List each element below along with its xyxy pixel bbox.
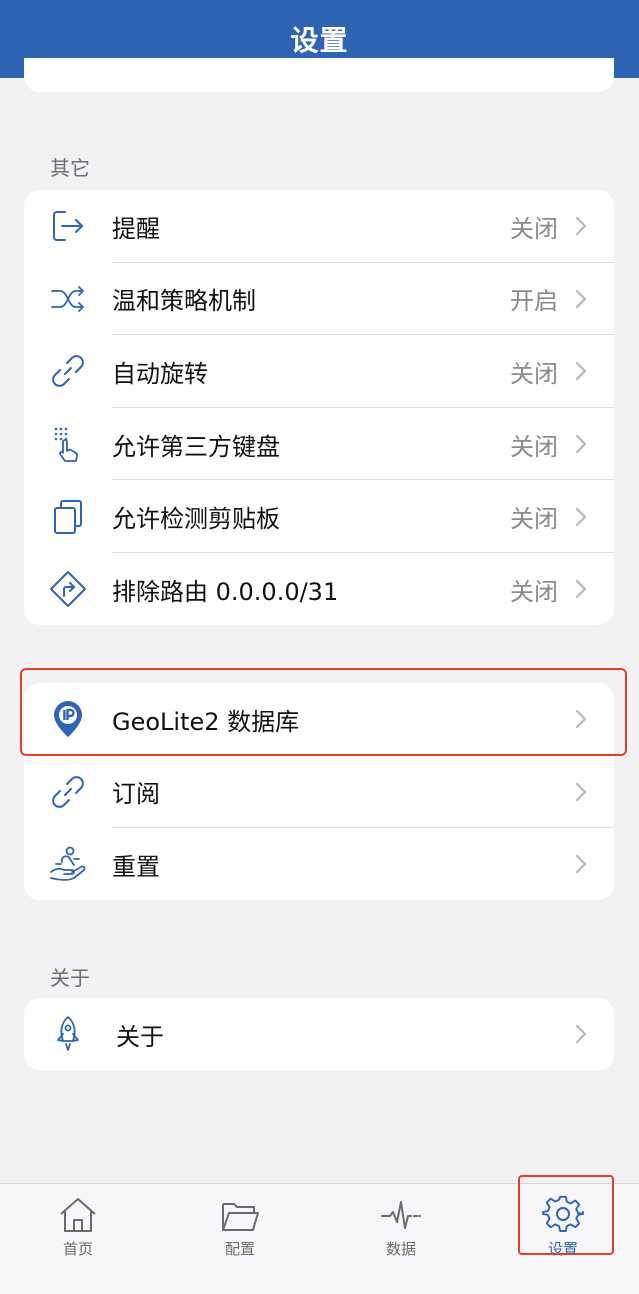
shuffle-icon bbox=[46, 277, 90, 321]
row-gentle-strategy[interactable]: 温和策略机制 开启 bbox=[24, 263, 614, 336]
row-third-party-keyboard[interactable]: 允许第三方键盘 关闭 bbox=[24, 408, 614, 481]
chevron-right-icon bbox=[575, 434, 587, 454]
row-value: 开启 bbox=[510, 287, 558, 316]
row-value: 关闭 bbox=[510, 505, 558, 534]
chevron-right-icon bbox=[575, 507, 587, 526]
row-label: 重置 bbox=[112, 852, 160, 881]
previous-card-stub bbox=[24, 58, 614, 92]
hand-reset-icon bbox=[46, 842, 90, 886]
row-label: 自动旋转 bbox=[112, 359, 208, 388]
tab-label: 配置 bbox=[224, 1240, 255, 1258]
chevron-right-icon bbox=[575, 1024, 587, 1044]
highlight-geolite2 bbox=[20, 668, 627, 756]
row-value: 关闭 bbox=[510, 359, 558, 388]
tab-label: 数据 bbox=[385, 1240, 416, 1258]
row-label: 允许第三方键盘 bbox=[112, 432, 280, 461]
folder-icon bbox=[222, 1203, 259, 1231]
highlight-settings-tab bbox=[518, 1175, 614, 1255]
row-auto-rotate[interactable]: 自动旋转 关闭 bbox=[24, 335, 614, 408]
exit-arrow-icon bbox=[46, 204, 90, 248]
tab-label: 首页 bbox=[62, 1240, 93, 1258]
chevron-right-icon bbox=[575, 855, 587, 874]
home-icon bbox=[60, 1198, 96, 1232]
section-label-other: 其它 bbox=[50, 156, 90, 180]
other-settings-card: 提醒 关闭 温和策略机制 开启 自动旋转 关闭 允许第三方键盘 关闭 允许检测剪… bbox=[24, 190, 614, 625]
section-label-about: 关于 bbox=[50, 966, 90, 990]
chevron-right-icon bbox=[575, 362, 587, 381]
row-clipboard-detect[interactable]: 允许检测剪贴板 关闭 bbox=[24, 480, 614, 553]
chevron-right-icon bbox=[575, 217, 587, 236]
row-label: 温和策略机制 bbox=[112, 287, 256, 316]
row-value: 关闭 bbox=[510, 577, 558, 606]
pulse-icon bbox=[381, 1201, 421, 1229]
tab-home[interactable]: 首页 bbox=[18, 1194, 138, 1264]
row-reminder[interactable]: 提醒 关闭 bbox=[24, 190, 614, 263]
row-exclude-route[interactable]: 排除路由 0.0.0.0/31 关闭 bbox=[24, 553, 614, 625]
row-about[interactable]: 关于 bbox=[24, 998, 614, 1070]
chevron-right-icon bbox=[575, 580, 587, 599]
keyboard-touch-icon bbox=[46, 422, 90, 466]
tab-data[interactable]: 数据 bbox=[341, 1194, 461, 1264]
route-sign-icon bbox=[46, 567, 90, 611]
chevron-right-icon bbox=[575, 782, 587, 801]
rocket-icon bbox=[46, 1012, 90, 1056]
tab-config[interactable]: 配置 bbox=[180, 1194, 300, 1264]
row-subscription[interactable]: 订阅 bbox=[24, 756, 614, 829]
row-label: 订阅 bbox=[112, 780, 160, 809]
row-value: 关闭 bbox=[510, 432, 558, 461]
row-label: 排除路由 0.0.0.0/31 bbox=[112, 577, 339, 606]
row-label: 关于 bbox=[116, 1022, 164, 1051]
row-value: 关闭 bbox=[510, 214, 558, 243]
link-icon bbox=[46, 770, 90, 814]
row-label: 提醒 bbox=[112, 214, 160, 243]
copy-icon bbox=[46, 495, 90, 539]
link-icon bbox=[46, 349, 90, 393]
row-reset[interactable]: 重置 bbox=[24, 828, 614, 900]
about-card: 关于 bbox=[24, 998, 614, 1070]
chevron-right-icon bbox=[575, 289, 587, 308]
page-title: 设置 bbox=[290, 24, 349, 57]
row-label: 允许检测剪贴板 bbox=[112, 505, 280, 534]
